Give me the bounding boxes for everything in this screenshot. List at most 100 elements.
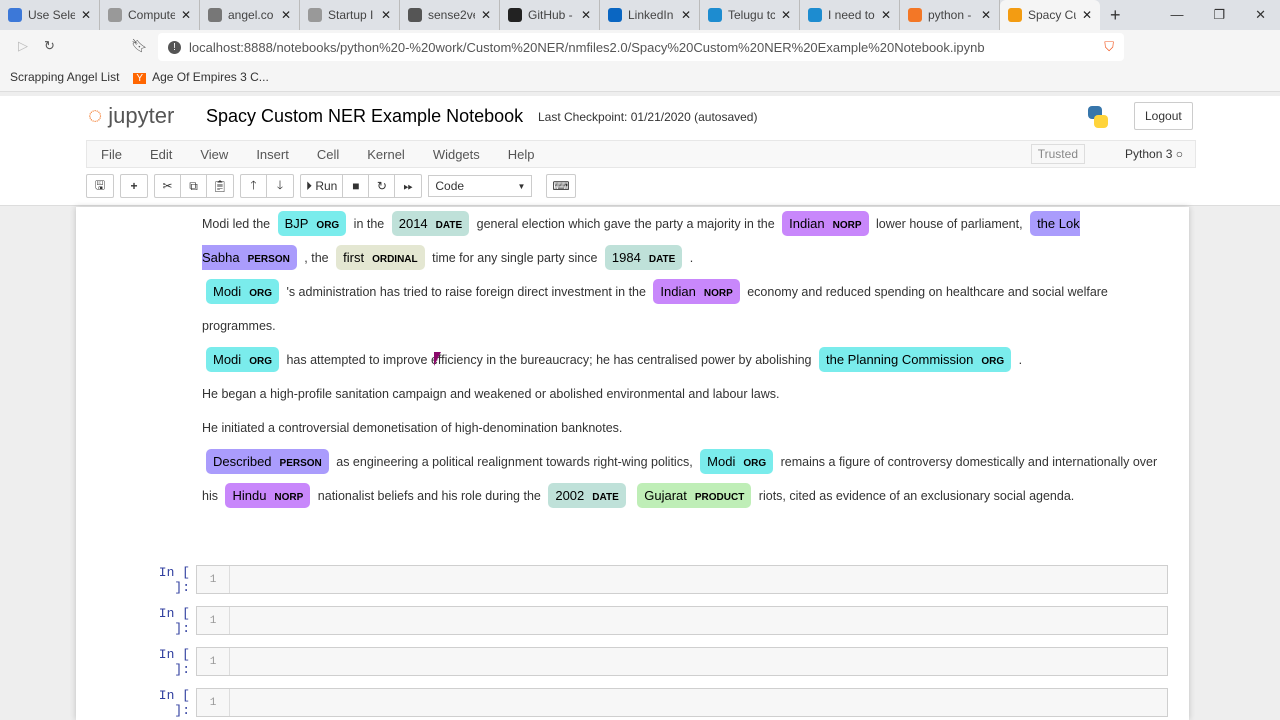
code-input[interactable]: 1: [196, 647, 1168, 676]
tab-title: angel.co: [228, 8, 274, 22]
browser-tab[interactable]: Spacy Cu ✕: [1000, 0, 1100, 30]
trusted-badge[interactable]: Trusted: [1030, 144, 1085, 164]
text-segment: lower house of parliament,: [872, 217, 1027, 231]
entity-norp: Indian NORP: [782, 211, 869, 236]
back-icon[interactable]: ▷: [18, 38, 28, 54]
entity-text: Hindu: [232, 488, 267, 503]
menu-edit[interactable]: Edit: [136, 147, 186, 162]
entity-text: Indian: [789, 216, 825, 231]
close-tab-icon[interactable]: ✕: [181, 8, 191, 22]
browser-tab[interactable]: LinkedIn ✕: [600, 0, 700, 30]
browser-tab[interactable]: Startup I ✕: [300, 0, 400, 30]
line-number: 1: [197, 566, 230, 593]
close-tab-icon[interactable]: ✕: [381, 8, 391, 22]
tab-title: sense2ve: [428, 8, 475, 22]
close-tab-icon[interactable]: ✕: [881, 8, 891, 22]
browser-tab[interactable]: Compute ✕: [100, 0, 200, 30]
menu-insert[interactable]: Insert: [242, 147, 303, 162]
close-tab-icon[interactable]: ✕: [281, 8, 291, 22]
close-tab-icon[interactable]: ✕: [481, 8, 491, 22]
menu-file[interactable]: File: [87, 147, 136, 162]
browser-tab[interactable]: Use Sele ✕: [0, 0, 100, 30]
entity-norp: Hindu NORP: [225, 483, 311, 508]
cell-type-select[interactable]: Code ▼: [428, 175, 533, 197]
bookmark-icon[interactable]: 🔖︎: [131, 38, 148, 54]
entity-text: Modi: [213, 284, 242, 299]
run-button[interactable]: ⏵ Run: [301, 175, 344, 197]
bookmark-item[interactable]: Y Age Of Empires 3 C...: [133, 70, 269, 84]
browser-tab[interactable]: Telugu tc ✕: [700, 0, 800, 30]
logout-button[interactable]: Logout: [1134, 102, 1193, 130]
entity-label: NORP: [832, 220, 862, 231]
close-tab-icon[interactable]: ✕: [981, 8, 991, 22]
close-tab-icon[interactable]: ✕: [781, 8, 791, 22]
cut-icon[interactable]: ✂: [155, 175, 181, 197]
url-field[interactable]: ! localhost:8888/notebooks/python%20-%20…: [158, 33, 1124, 61]
browser-tab[interactable]: I need to ✕: [800, 0, 900, 30]
restore-icon[interactable]: ❐: [1213, 7, 1225, 23]
text-segment: riots, cited as evidence of an exclusion…: [755, 489, 1075, 503]
kernel-indicator[interactable]: Python 3 ○: [1125, 147, 1183, 161]
close-tab-icon[interactable]: ✕: [81, 8, 91, 22]
entity-paragraph: Modi ORG 's administration has tried to r…: [202, 275, 1166, 343]
input-prompt: In [ ]:: [158, 605, 190, 636]
jupyter-logo-icon: ◌: [88, 102, 103, 129]
text-segment: has attempted to improve efficiency in t…: [282, 353, 815, 367]
copy-icon[interactable]: ⧉: [181, 175, 207, 197]
favicon-icon: [308, 8, 322, 22]
entity-label: ORDINAL: [372, 254, 418, 265]
entity-org: the Planning Commission ORG: [818, 347, 1012, 372]
entity-label: DATE: [648, 254, 676, 265]
entity-product: Gujarat PRODUCT: [637, 483, 752, 508]
paste-icon[interactable]: 📋︎: [207, 175, 233, 197]
fast-forward-icon[interactable]: ⏩︎: [395, 175, 421, 197]
menu-help[interactable]: Help: [494, 147, 549, 162]
close-tab-icon[interactable]: ✕: [1082, 8, 1092, 22]
menu-kernel[interactable]: Kernel: [353, 147, 419, 162]
entity-label: PRODUCT: [694, 492, 745, 503]
browser-tab[interactable]: python - ✕: [900, 0, 1000, 30]
reload-icon[interactable]: ↻: [44, 38, 55, 54]
browser-tab[interactable]: angel.co ✕: [200, 0, 300, 30]
stop-icon[interactable]: ■: [343, 175, 370, 197]
minimize-icon[interactable]: —: [1170, 7, 1183, 23]
close-tab-icon[interactable]: ✕: [681, 8, 691, 22]
entity-date: 1984 DATE: [604, 245, 683, 270]
entity-ordinal: first ORDINAL: [336, 245, 425, 270]
code-input[interactable]: 1: [196, 565, 1168, 594]
entity-text: Described: [213, 454, 272, 469]
entity-date: 2014 DATE: [391, 211, 470, 236]
browser-tab[interactable]: GitHub - ✕: [500, 0, 600, 30]
code-input[interactable]: 1: [196, 606, 1168, 635]
close-window-icon[interactable]: ✕: [1255, 7, 1266, 23]
entity-org: Modi ORG: [700, 449, 774, 474]
tab-title: Telugu tc: [728, 8, 775, 22]
move-up-icon[interactable]: 🡑: [241, 175, 267, 197]
restart-icon[interactable]: ↻: [369, 175, 396, 197]
text-segment: .: [1015, 353, 1023, 367]
menu-widgets[interactable]: Widgets: [419, 147, 494, 162]
code-input[interactable]: 1: [196, 688, 1168, 717]
notebook-title[interactable]: Spacy Custom NER Example Notebook: [206, 106, 523, 127]
entity-label: DATE: [592, 492, 619, 503]
python-logo-icon: [1088, 106, 1108, 128]
cell-type-value: Code: [435, 179, 465, 193]
menu-view[interactable]: View: [186, 147, 242, 162]
menu-cell[interactable]: Cell: [303, 147, 353, 162]
brave-shield-icon[interactable]: ⛉: [1104, 39, 1114, 55]
save-icon[interactable]: 🖫︎: [87, 175, 113, 197]
logo-text: jupyter: [108, 103, 175, 128]
close-tab-icon[interactable]: ✕: [581, 8, 591, 22]
text-segment: Modi led the: [202, 217, 274, 231]
jupyter-logo[interactable]: ◌ jupyter: [88, 102, 174, 130]
browser-tab[interactable]: sense2ve ✕: [400, 0, 500, 30]
move-down-icon[interactable]: 🡓: [267, 175, 293, 197]
code-cell: In [ ]: 1: [136, 647, 1168, 677]
bookmark-item[interactable]: Scrapping Angel List: [10, 70, 119, 84]
entity-text: the Planning Commission: [825, 352, 974, 367]
input-prompt: In [ ]:: [158, 564, 190, 595]
insert-cell-icon[interactable]: +: [121, 175, 147, 197]
new-tab-icon[interactable]: +: [1100, 5, 1131, 26]
entity-person: Described PERSON: [206, 449, 329, 474]
keyboard-icon[interactable]: ⌨: [547, 175, 574, 197]
